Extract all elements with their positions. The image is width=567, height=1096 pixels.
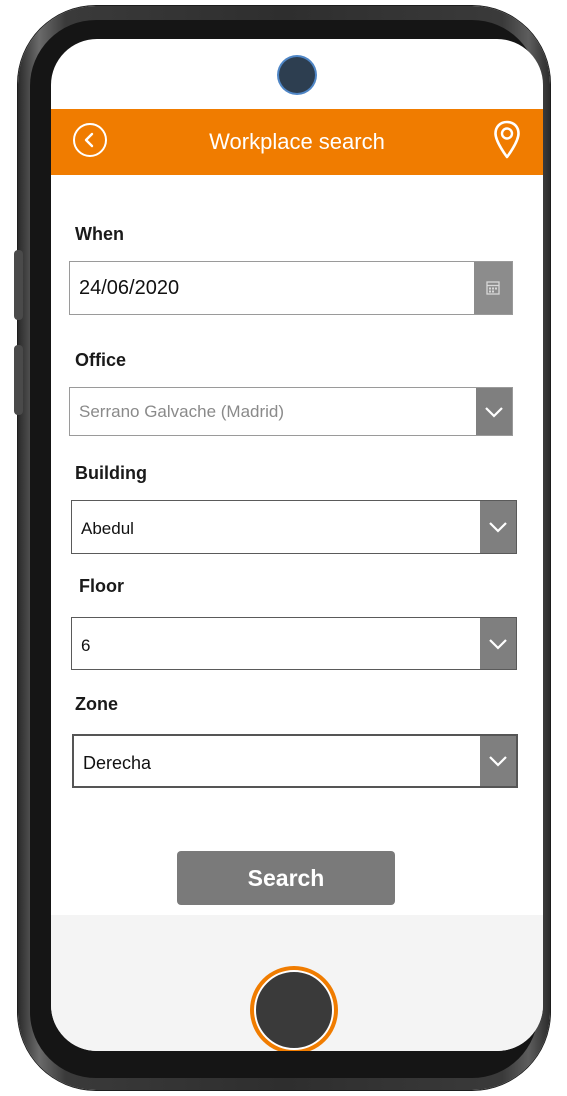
calendar-icon (486, 281, 500, 295)
location-pin-icon[interactable] (493, 119, 521, 161)
office-label: Office (75, 350, 127, 370)
page-title: Workplace search (209, 129, 385, 154)
front-camera (279, 57, 315, 93)
chevron-down-icon[interactable] (480, 618, 516, 669)
home-button-inner (254, 970, 334, 1050)
header-bar: Workplace search (51, 109, 543, 175)
chevron-down-icon[interactable] (480, 501, 516, 553)
chevron-down-icon[interactable] (476, 388, 512, 435)
office-value: Serrano Galvache (Madrid) (79, 402, 285, 421)
bottom-bar (51, 915, 543, 1051)
zone-dropdown[interactable]: Derecha (72, 734, 518, 788)
search-button[interactable]: Search (177, 851, 395, 905)
building-value: Abedul (81, 519, 134, 538)
phone-screen: Workplace search When 24/06/2020 Office (51, 39, 543, 1051)
floor-label: Floor (79, 576, 124, 596)
phone-side-button (14, 345, 23, 415)
building-label: Building (75, 463, 147, 483)
floor-value: 6 (81, 636, 91, 655)
date-value: 24/06/2020 (79, 277, 180, 299)
home-button[interactable] (250, 966, 338, 1051)
calendar-button[interactable] (474, 262, 512, 314)
building-dropdown[interactable]: Abedul (71, 500, 517, 554)
when-label: When (75, 224, 124, 244)
office-dropdown[interactable]: Serrano Galvache (Madrid) (69, 387, 513, 436)
phone-side-button (14, 250, 23, 320)
date-field[interactable]: 24/06/2020 (69, 261, 513, 315)
zone-value: Derecha (83, 753, 152, 773)
zone-label: Zone (75, 694, 118, 714)
floor-dropdown[interactable]: 6 (71, 617, 517, 670)
chevron-down-icon[interactable] (480, 736, 516, 786)
